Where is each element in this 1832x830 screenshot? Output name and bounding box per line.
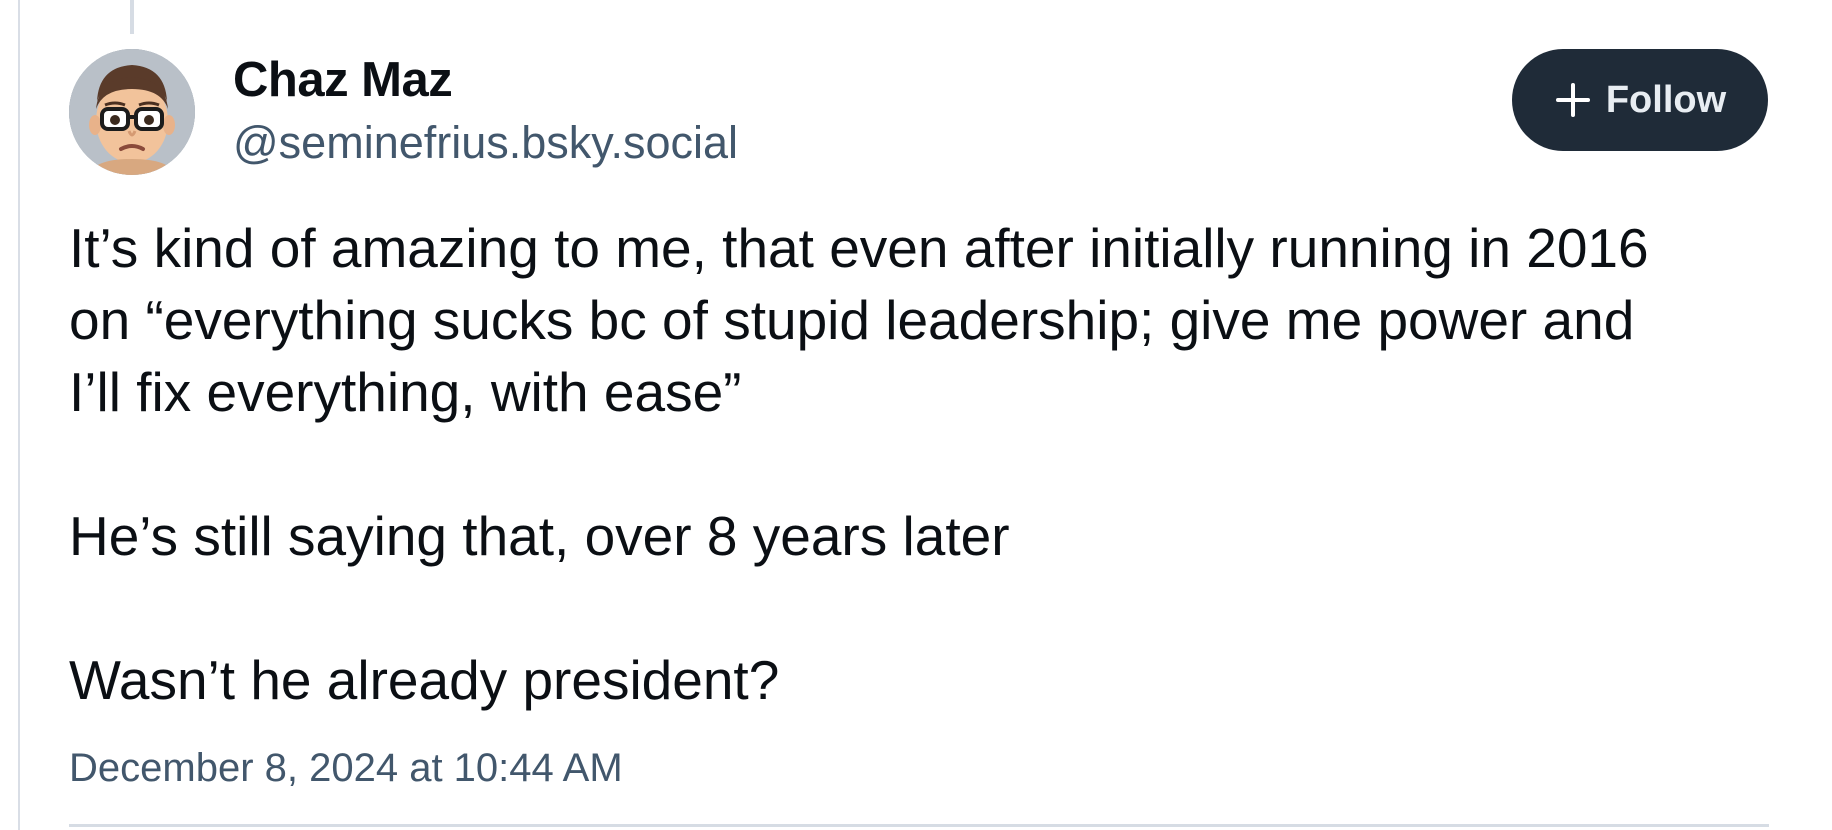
follow-button[interactable]: Follow bbox=[1512, 49, 1768, 151]
avatar[interactable] bbox=[69, 49, 195, 175]
left-border bbox=[18, 0, 20, 830]
divider bbox=[69, 824, 1769, 827]
post-view: Chaz Maz @seminefrius.bsky.social Follow… bbox=[0, 0, 1832, 830]
plus-icon bbox=[1554, 81, 1592, 119]
author-display-name[interactable]: Chaz Maz bbox=[233, 52, 453, 108]
memoji-avatar-icon bbox=[69, 49, 195, 175]
thread-connector-line bbox=[130, 0, 134, 34]
author-handle[interactable]: @seminefrius.bsky.social bbox=[233, 117, 738, 169]
post-paragraph: Wasn’t he already president? bbox=[69, 649, 780, 711]
post-paragraph: It’s kind of amazing to me, that even af… bbox=[69, 217, 1649, 423]
post-paragraph: He’s still saying that, over 8 years lat… bbox=[69, 505, 1010, 567]
follow-button-label: Follow bbox=[1605, 78, 1727, 121]
post-text: It’s kind of amazing to me, that even af… bbox=[69, 212, 1789, 716]
post-timestamp[interactable]: December 8, 2024 at 10:44 AM bbox=[69, 746, 623, 791]
